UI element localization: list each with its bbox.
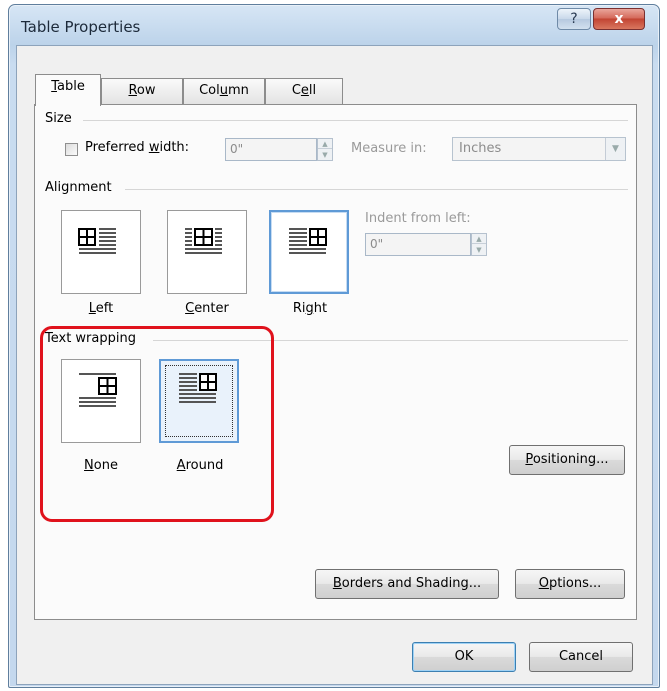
indent-from-left-input[interactable]: 0" <box>365 233 471 256</box>
spinner-down-icon[interactable]: ▼ <box>472 245 486 255</box>
align-right-label: Right <box>292 301 328 316</box>
preferred-width-spinner[interactable]: ▲ ▼ <box>317 138 333 161</box>
spinner-up-icon[interactable]: ▲ <box>472 234 486 244</box>
spinner-down-icon[interactable]: ▼ <box>318 150 332 160</box>
measure-in-label: Measure in: <box>351 141 427 156</box>
window-title: Table Properties <box>21 18 141 36</box>
align-left-label: Left <box>88 301 114 316</box>
tab-cell[interactable]: Cell <box>265 78 343 104</box>
positioning-button[interactable]: Positioning... <box>509 445 625 475</box>
indent-spinner[interactable]: ▲ ▼ <box>471 233 487 256</box>
indent-from-left-label: Indent from left: <box>365 211 471 226</box>
alignment-group-label: Alignment <box>45 180 118 195</box>
preferred-width-label: Preferred width: <box>85 140 190 155</box>
size-group-label: Size <box>45 111 78 126</box>
spinner-up-icon[interactable]: ▲ <box>318 139 332 149</box>
close-icon: x <box>614 11 624 27</box>
alignment-divider <box>125 189 628 190</box>
preferred-width-input[interactable]: 0" <box>225 138 317 161</box>
align-center-option[interactable] <box>167 210 247 294</box>
cancel-button[interactable]: Cancel <box>529 642 633 672</box>
measure-in-select[interactable]: Inches ▼ <box>452 137 626 161</box>
align-center-icon <box>185 228 222 254</box>
align-left-icon <box>78 228 116 254</box>
size-divider <box>83 120 628 121</box>
options-button[interactable]: Options... <box>515 569 625 599</box>
align-left-option[interactable] <box>61 210 141 294</box>
borders-and-shading-button[interactable]: Borders and Shading... <box>315 569 499 599</box>
text-wrapping-highlight <box>40 326 274 522</box>
tab-row[interactable]: Row <box>101 78 183 104</box>
help-button[interactable]: ? <box>557 8 591 30</box>
help-icon: ? <box>570 11 578 27</box>
align-right-icon <box>289 228 327 254</box>
title-bar[interactable]: Table Properties ? x <box>9 5 659 49</box>
tab-column[interactable]: Column <box>183 78 265 104</box>
preferred-width-checkbox[interactable] <box>65 143 78 156</box>
ok-button[interactable]: OK <box>412 642 516 672</box>
tab-table[interactable]: Table <box>35 74 101 106</box>
close-button[interactable]: x <box>593 8 645 30</box>
align-right-option[interactable] <box>269 210 349 294</box>
dropdown-arrow-icon: ▼ <box>605 138 625 160</box>
measure-in-value: Inches <box>459 141 502 156</box>
align-center-label: Center <box>185 301 229 316</box>
